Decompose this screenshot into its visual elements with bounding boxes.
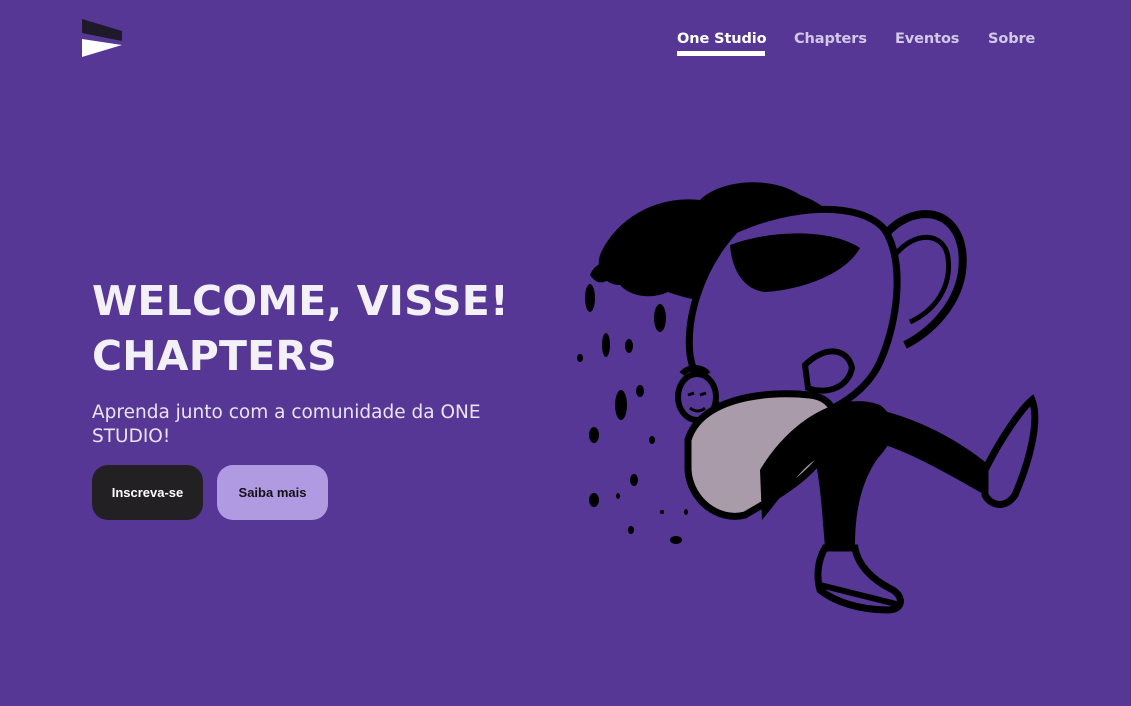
nav-item-one-studio[interactable]: One Studio (677, 29, 767, 49)
hero-title-line-1: WELCOME, VISSE! (92, 277, 509, 325)
nav-item-sobre[interactable]: Sobre (988, 29, 1035, 49)
hero-subtitle: Aprenda junto com a comunidade da ONE ST… (92, 402, 481, 447)
nav-active-indicator (677, 51, 765, 56)
main-nav: One Studio Chapters Eventos Sobre (676, 29, 1036, 59)
nav-item-chapters[interactable]: Chapters (794, 29, 867, 49)
learn-more-button[interactable]: Saiba mais (217, 465, 328, 520)
person-carrying-cup-illustration-icon (577, 182, 1039, 614)
play-wedge-logo-icon[interactable] (82, 19, 122, 57)
nav-item-eventos[interactable]: Eventos (895, 29, 959, 49)
hero-title: WELCOME, VISSE! CHAPTERS (92, 274, 509, 384)
subscribe-button[interactable]: Inscreva-se (92, 465, 203, 520)
hero-title-line-2: CHAPTERS (92, 332, 337, 380)
